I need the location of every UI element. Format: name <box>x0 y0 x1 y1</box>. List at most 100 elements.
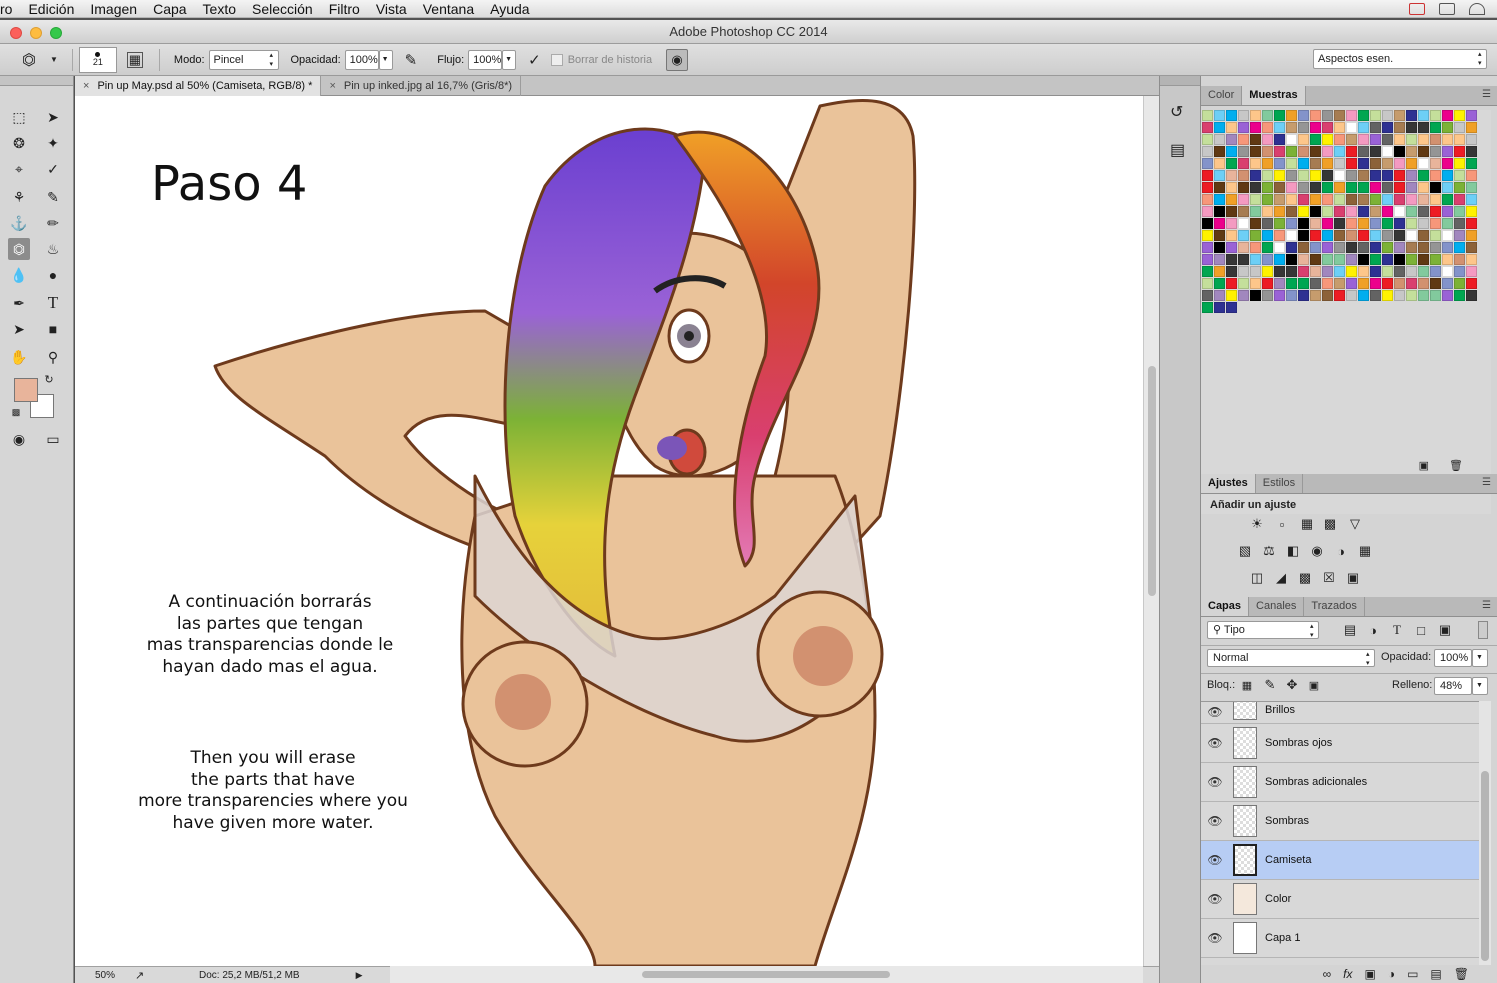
swatch[interactable] <box>1238 122 1249 133</box>
swatch[interactable] <box>1322 158 1333 169</box>
swatch[interactable] <box>1286 158 1297 169</box>
swatch[interactable] <box>1346 230 1357 241</box>
swatch[interactable] <box>1202 266 1213 277</box>
swatch[interactable] <box>1370 230 1381 241</box>
swatch[interactable] <box>1418 254 1429 265</box>
swatch[interactable] <box>1274 278 1285 289</box>
layers-scrollbar[interactable] <box>1479 701 1491 965</box>
swatch[interactable] <box>1322 206 1333 217</box>
gradient-map-icon[interactable]: ▣ <box>1344 570 1362 586</box>
swatch[interactable] <box>1442 170 1453 181</box>
swatch[interactable] <box>1262 122 1273 133</box>
swatch[interactable] <box>1406 278 1417 289</box>
swatch[interactable] <box>1394 278 1405 289</box>
swatch[interactable] <box>1406 194 1417 205</box>
swatch[interactable] <box>1358 242 1369 253</box>
swatch[interactable] <box>1202 110 1213 121</box>
swatch[interactable] <box>1334 230 1345 241</box>
swatch[interactable] <box>1334 194 1345 205</box>
swatch[interactable] <box>1334 206 1345 217</box>
swatch[interactable] <box>1286 230 1297 241</box>
tab-color[interactable]: Color <box>1201 86 1243 105</box>
swatch[interactable] <box>1334 278 1345 289</box>
swatch[interactable] <box>1334 218 1345 229</box>
swatch[interactable] <box>1202 302 1213 313</box>
swatch[interactable] <box>1454 194 1465 205</box>
swatch[interactable] <box>1274 230 1285 241</box>
layer-row[interactable]: 👁 Brillos <box>1201 702 1479 724</box>
swatch[interactable] <box>1454 110 1465 121</box>
swatch[interactable] <box>1358 182 1369 193</box>
swatch[interactable] <box>1310 254 1321 265</box>
menu-item-edicion[interactable]: Edición <box>20 1 82 17</box>
swatch[interactable] <box>1358 230 1369 241</box>
swatch[interactable] <box>1466 290 1477 301</box>
swatch[interactable] <box>1322 170 1333 181</box>
swatch[interactable] <box>1262 206 1273 217</box>
tab-muestras[interactable]: Muestras <box>1242 86 1306 105</box>
swatch[interactable] <box>1262 110 1273 121</box>
swatch[interactable] <box>1262 230 1273 241</box>
swatch[interactable] <box>1454 170 1465 181</box>
swatch[interactable] <box>1214 242 1225 253</box>
paint-bucket-tool-icon[interactable]: ♨ <box>42 238 64 260</box>
swatch[interactable] <box>1466 146 1477 157</box>
swatch[interactable] <box>1322 146 1333 157</box>
swatch[interactable] <box>1358 206 1369 217</box>
swatch[interactable] <box>1394 206 1405 217</box>
swatch[interactable] <box>1418 146 1429 157</box>
swatch[interactable] <box>1286 182 1297 193</box>
properties-panel-icon[interactable]: ▤ <box>1170 140 1185 160</box>
swatch[interactable] <box>1382 206 1393 217</box>
swatch[interactable] <box>1406 134 1417 145</box>
swatch[interactable] <box>1274 254 1285 265</box>
close-tab-icon[interactable]: × <box>329 80 335 92</box>
swatch[interactable] <box>1226 290 1237 301</box>
swatch[interactable] <box>1346 194 1357 205</box>
swatch[interactable] <box>1394 218 1405 229</box>
history-panel-icon[interactable]: ↺ <box>1170 102 1183 122</box>
tab-pin-up-inked[interactable]: × Pin up inked.jpg al 16,7% (Gris/8*) <box>321 76 522 96</box>
swatch[interactable] <box>1226 194 1237 205</box>
menu-item-ventana[interactable]: Ventana <box>415 1 482 17</box>
layer-row[interactable]: 👁 Color <box>1201 880 1479 919</box>
swatch[interactable] <box>1202 158 1213 169</box>
exposure-icon[interactable]: ▩ <box>1321 516 1339 532</box>
document-canvas[interactable]: Paso 4 A continuación borrarás las parte… <box>75 96 1143 966</box>
fx-icon[interactable]: fx <box>1343 967 1352 981</box>
rectangle-tool-icon[interactable]: ■ <box>42 318 64 340</box>
clone-stamp-tool-icon[interactable]: ⚓ <box>8 212 30 234</box>
color-lookup-icon[interactable]: ▦ <box>1356 543 1374 559</box>
swatch[interactable] <box>1226 218 1237 229</box>
swatch[interactable] <box>1214 146 1225 157</box>
swatch[interactable] <box>1430 218 1441 229</box>
swatch[interactable] <box>1346 266 1357 277</box>
eraser-tool-preset-icon[interactable]: ⏣ <box>22 50 50 70</box>
brightness-icon[interactable]: ☀ <box>1248 516 1266 532</box>
vertical-scrollbar[interactable] <box>1143 96 1159 966</box>
swatch[interactable] <box>1406 254 1417 265</box>
swatch[interactable] <box>1334 254 1345 265</box>
swatch[interactable] <box>1274 206 1285 217</box>
swatch[interactable] <box>1274 146 1285 157</box>
swatch[interactable] <box>1322 290 1333 301</box>
layer-row[interactable]: 👁 Sombras adicionales <box>1201 763 1479 802</box>
swatch[interactable] <box>1442 146 1453 157</box>
swatch[interactable] <box>1310 290 1321 301</box>
swatch[interactable] <box>1322 242 1333 253</box>
dock-header[interactable] <box>1160 76 1200 86</box>
pressure-size-icon[interactable]: ◉ <box>666 48 689 71</box>
swatch[interactable] <box>1310 278 1321 289</box>
swatch[interactable] <box>1250 122 1261 133</box>
swatch[interactable] <box>1418 134 1429 145</box>
lock-all-icon[interactable]: ▣ <box>1305 677 1323 693</box>
posterize-icon[interactable]: ◢ <box>1272 570 1290 586</box>
swatch[interactable] <box>1310 230 1321 241</box>
swatch[interactable] <box>1286 122 1297 133</box>
filter-pixel-icon[interactable]: ▤ <box>1341 622 1359 638</box>
swatch[interactable] <box>1430 170 1441 181</box>
swatch[interactable] <box>1238 242 1249 253</box>
swatch[interactable] <box>1406 110 1417 121</box>
swatch[interactable] <box>1430 158 1441 169</box>
swatch[interactable] <box>1346 110 1357 121</box>
